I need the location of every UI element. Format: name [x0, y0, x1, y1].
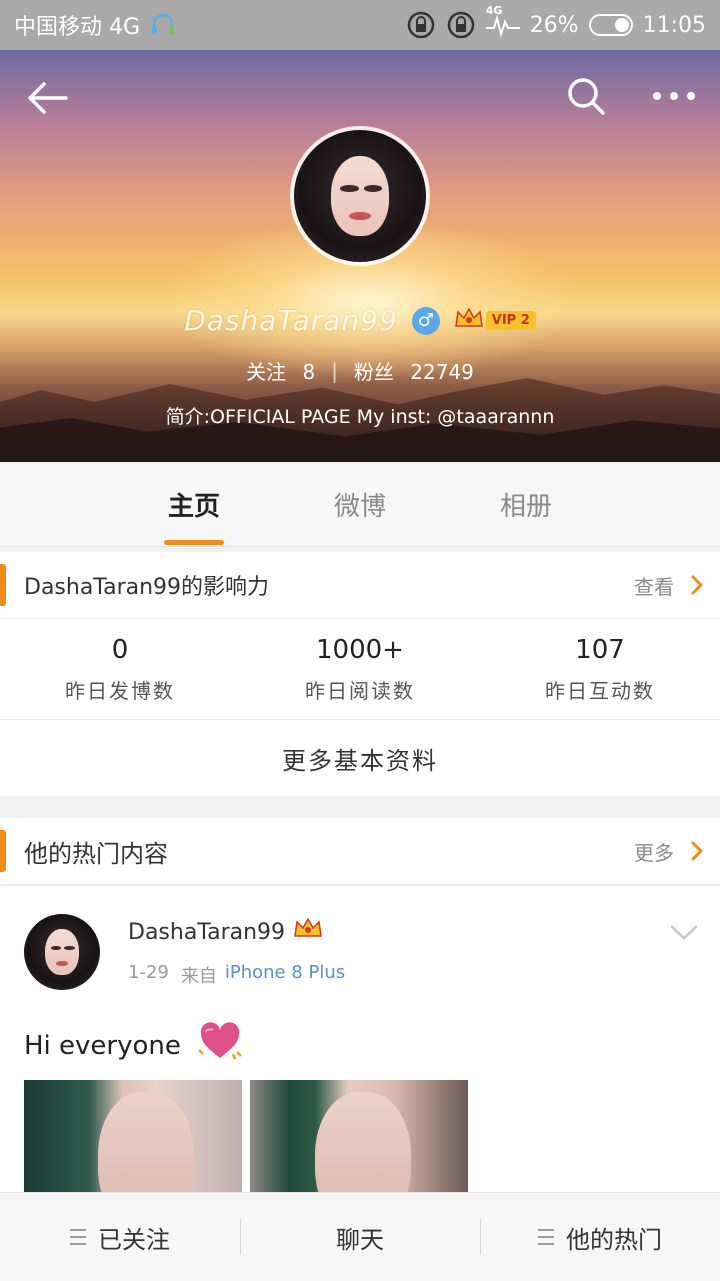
stat-value: 107 — [575, 634, 625, 665]
post-author-name[interactable]: DashaTaran99 — [128, 920, 285, 945]
tab-home[interactable]: 主页 — [163, 486, 225, 545]
tab-weibo[interactable]: 微博 — [332, 486, 388, 523]
menu-icon — [538, 1229, 554, 1245]
network-type-label: 4G — [485, 4, 503, 17]
rotation-lock-icon — [406, 10, 436, 40]
post-body: Hi everyone — [24, 1022, 243, 1069]
profile-header: DashaTaran99 ♂ VIP 2 关注 8 | 粉丝 22749 简介:… — [0, 50, 720, 462]
heart-emoji-icon — [197, 1022, 243, 1069]
post-author-avatar[interactable] — [24, 914, 100, 990]
more-link[interactable]: 更多 — [634, 837, 704, 866]
profile-username: DashaTaran99 — [184, 304, 398, 337]
post-meta: 1-29 来自 iPhone 8 Plus — [128, 962, 345, 988]
stat-interactions-yesterday: 107 昨日互动数 — [480, 619, 720, 719]
menu-icon — [70, 1229, 86, 1245]
following-stat[interactable]: 关注 8 — [246, 356, 315, 385]
status-bar: 中国移动 4G 4G 26% 11:05 — [0, 0, 720, 50]
influence-title: DashaTaran99的影响力 — [24, 575, 270, 600]
profile-avatar[interactable] — [290, 126, 430, 266]
more-options-icon[interactable] — [646, 72, 702, 120]
hot-content-title: 他的热门内容 — [24, 839, 168, 868]
post-text: Hi everyone — [24, 1030, 181, 1061]
more-label: 更多 — [634, 840, 674, 865]
signal-icon: 4G — [485, 4, 520, 38]
followed-button[interactable]: 已关注 — [0, 1193, 240, 1281]
post-from-label: 来自 — [180, 966, 217, 987]
influence-section: DashaTaran99的影响力 查看 0 昨日发博数 1000+ 昨日阅读数 … — [0, 552, 720, 796]
view-link[interactable]: 查看 — [634, 571, 704, 600]
follow-stats: 关注 8 | 粉丝 22749 — [0, 356, 720, 385]
vip-level-label: VIP 2 — [485, 311, 536, 330]
chat-button[interactable]: 聊天 — [240, 1193, 480, 1281]
male-gender-icon: ♂ — [411, 306, 440, 335]
view-label: 查看 — [634, 574, 674, 599]
chevron-down-icon[interactable] — [668, 922, 700, 946]
followed-label: 已关注 — [98, 1225, 170, 1254]
headset-icon — [150, 12, 176, 38]
chat-label: 聊天 — [336, 1225, 384, 1254]
followers-stat[interactable]: 粉丝 22749 — [354, 356, 474, 385]
stat-label: 昨日发博数 — [65, 678, 175, 703]
stat-reads-yesterday: 1000+ 昨日阅读数 — [240, 619, 480, 719]
stat-label: 昨日互动数 — [545, 678, 655, 703]
stat-value: 0 — [111, 634, 129, 665]
followers-count: 22749 — [410, 360, 474, 384]
influence-stats: 0 昨日发博数 1000+ 昨日阅读数 107 昨日互动数 — [0, 619, 720, 720]
hot-content-section: 他的热门内容 更多 — [0, 818, 720, 885]
username-row: DashaTaran99 ♂ VIP 2 — [0, 304, 720, 337]
post-date: 1-29 — [128, 962, 169, 983]
crown-icon — [454, 306, 484, 336]
post-source[interactable]: iPhone 8 Plus — [225, 962, 345, 988]
following-label: 关注 — [246, 360, 287, 384]
crown-icon — [293, 916, 323, 948]
stat-posts-yesterday: 0 昨日发博数 — [0, 619, 240, 719]
section-accent-bar — [0, 830, 6, 872]
lock-icon — [446, 10, 476, 40]
post-author-row: DashaTaran99 — [128, 916, 323, 948]
profile-bio: 简介:OFFICIAL PAGE My inst: @taaarannn — [165, 406, 555, 428]
post-image[interactable] — [250, 1080, 468, 1196]
following-count: 8 — [302, 360, 316, 384]
bottom-action-bar: 已关注 聊天 他的热门 — [0, 1192, 720, 1281]
battery-percent: 26% — [529, 12, 579, 38]
post-card[interactable]: DashaTaran99 1-29 来自 iPhone 8 Plus Hi ev… — [0, 886, 720, 1196]
battery-icon — [588, 14, 633, 36]
section-accent-bar — [0, 564, 6, 606]
stat-separator: | — [331, 358, 338, 383]
carrier-label: 中国移动 4G — [14, 15, 141, 40]
hot-posts-button[interactable]: 他的热门 — [480, 1193, 720, 1281]
chevron-right-icon — [691, 841, 703, 861]
post-image[interactable] — [24, 1080, 242, 1196]
influence-header[interactable]: DashaTaran99的影响力 查看 — [0, 552, 720, 619]
stat-label: 昨日阅读数 — [305, 678, 415, 703]
vip-badge[interactable]: VIP 2 — [454, 306, 536, 336]
profile-tabs: 主页 微博 相册 — [0, 462, 720, 547]
followers-label: 粉丝 — [353, 360, 394, 384]
tab-album[interactable]: 相册 — [498, 486, 554, 523]
hot-content-header[interactable]: 他的热门内容 更多 — [0, 818, 720, 885]
stat-value: 1000+ — [316, 634, 404, 665]
more-basic-info-button[interactable]: 更多基本资料 — [0, 720, 720, 796]
chevron-right-icon — [691, 575, 703, 595]
clock: 11:05 — [642, 12, 706, 38]
back-arrow-icon[interactable] — [20, 72, 72, 124]
hot-posts-label: 他的热门 — [566, 1225, 662, 1254]
search-icon[interactable] — [562, 72, 610, 120]
